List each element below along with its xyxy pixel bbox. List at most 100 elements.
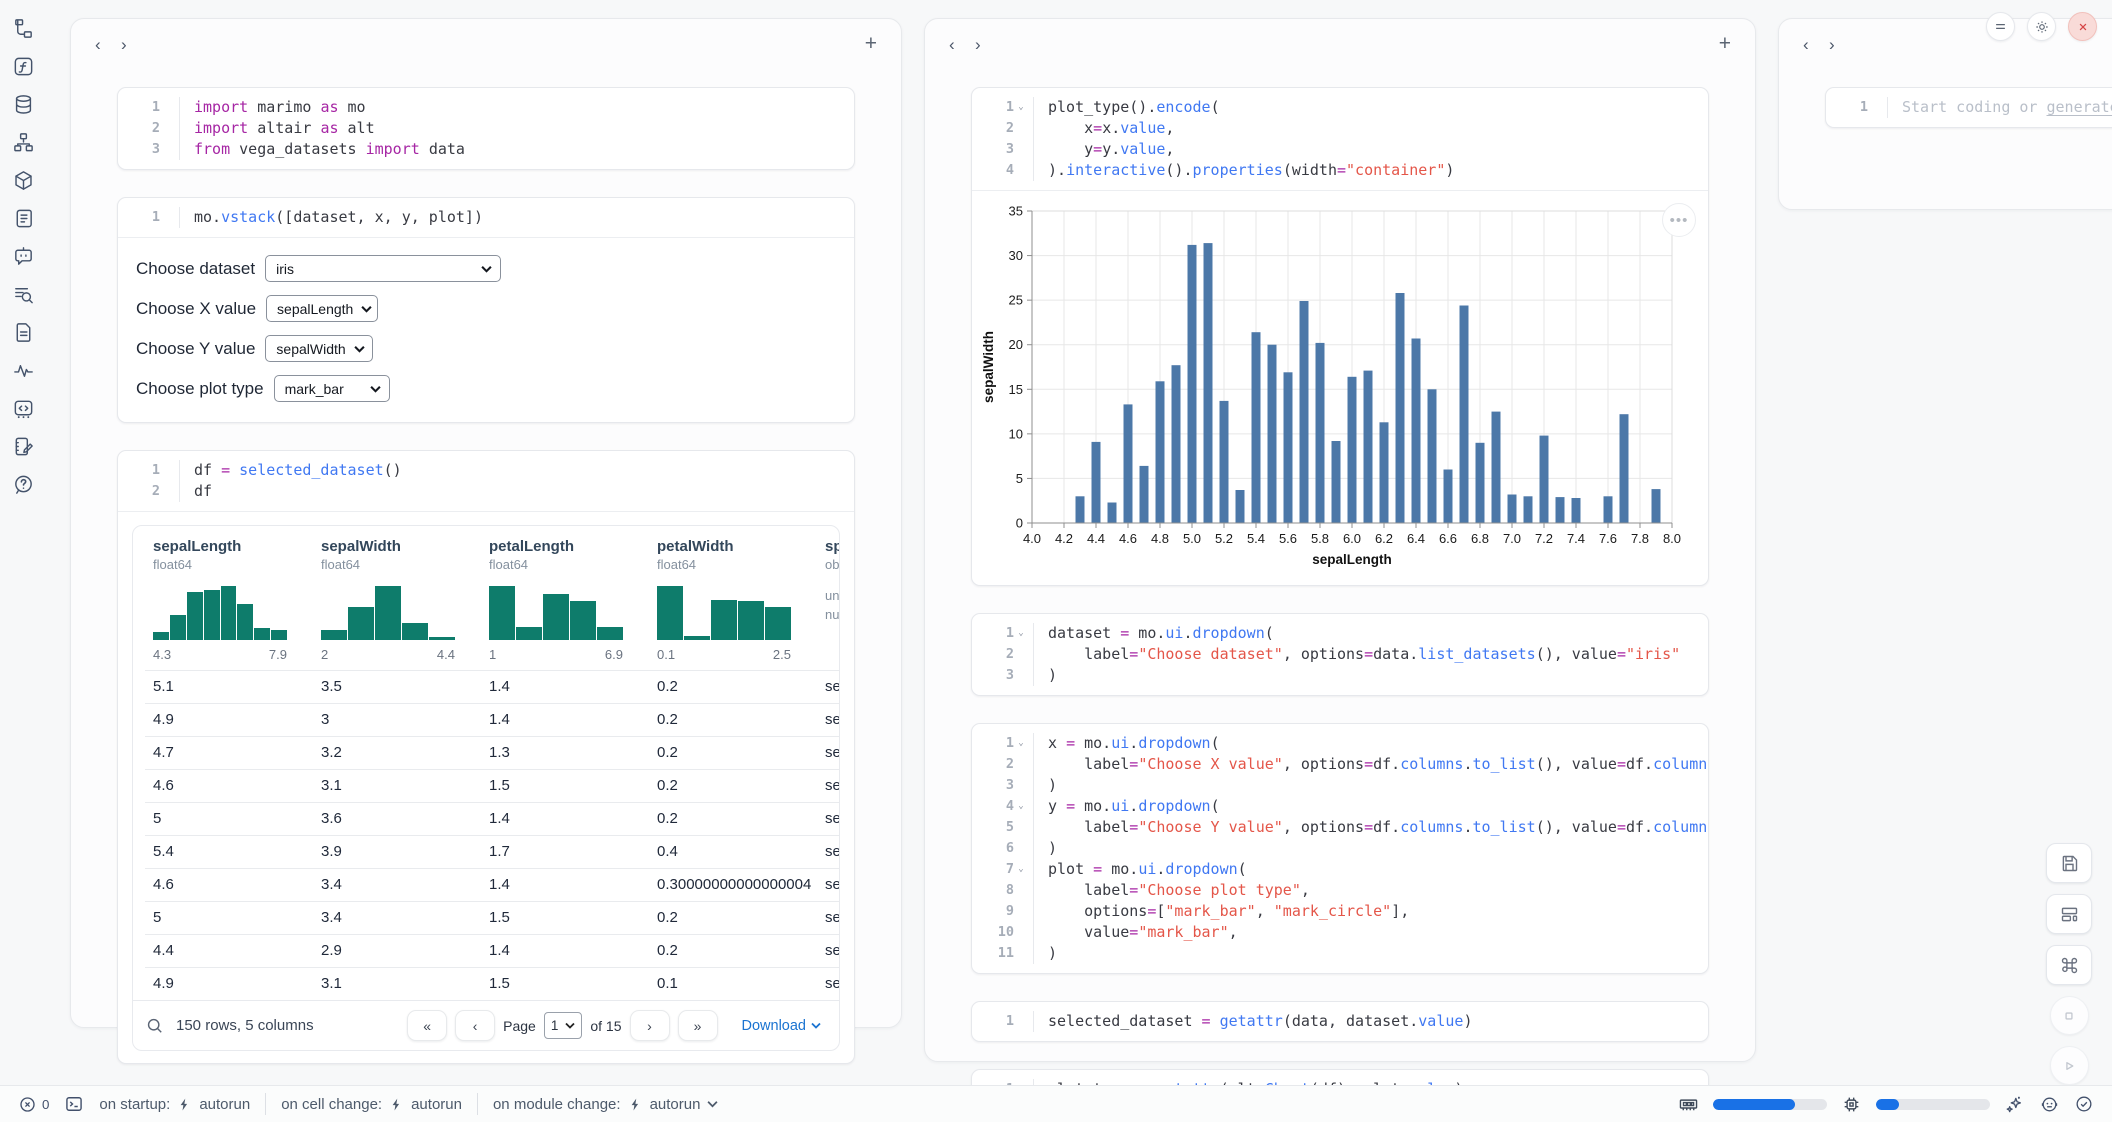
marimo-app: ‹ › + 1import marimo as mo2import altair… — [0, 0, 2112, 1122]
layout-button[interactable] — [2046, 894, 2092, 934]
cell-empty[interactable]: 1 Start coding or generate with — [1825, 87, 2112, 128]
connection-status-button[interactable] — [2074, 1094, 2094, 1114]
on-module-change-setting[interactable]: on module change: autorun — [493, 1096, 718, 1113]
code-line: 1⌄plot_type().encode( — [976, 97, 1696, 118]
sidebar-item-chat[interactable] — [11, 244, 36, 269]
middle-panel-toolbar: ‹ › + — [925, 19, 1755, 61]
svg-text:5.0: 5.0 — [1183, 531, 1201, 546]
code-line: 1import marimo as mo — [122, 97, 842, 118]
sidebar-item-database[interactable] — [11, 92, 36, 117]
line-number: 3 — [976, 775, 1033, 796]
code-line: 3 y=y.value, — [976, 139, 1696, 160]
collapse-left-icon[interactable]: ‹ — [949, 36, 975, 53]
terminal-button[interactable] — [64, 1094, 84, 1114]
svg-text:4.8: 4.8 — [1151, 531, 1169, 546]
fold-icon[interactable]: ⌄ — [1016, 859, 1026, 880]
collapse-left-icon[interactable]: ‹ — [1803, 36, 1829, 53]
svg-text:5: 5 — [1016, 471, 1023, 486]
column-header[interactable]: speciesobjectunique:nulls: — [817, 536, 840, 670]
page-select[interactable]: 1 — [544, 1012, 583, 1039]
table-cell: 1.5 — [481, 968, 649, 1000]
sidebar-item-file-tree[interactable] — [11, 16, 36, 41]
table-cell: 1.4 — [481, 803, 649, 835]
dataframe-table: sepalLengthfloat644.37.9sepalWidthfloat6… — [132, 525, 840, 1051]
stop-button[interactable] — [2050, 996, 2089, 1035]
table-cell: 0.2 — [649, 671, 817, 703]
chat-bot-button[interactable] — [2039, 1094, 2060, 1115]
column-header[interactable]: petalWidthfloat640.12.5 — [649, 536, 817, 670]
sidebar-item-help[interactable] — [11, 472, 36, 497]
sidebar-item-snippets[interactable] — [11, 396, 36, 421]
sidebar-item-document[interactable] — [11, 320, 36, 345]
sidebar-item-dependency-graph[interactable] — [11, 130, 36, 155]
run-button[interactable] — [2050, 1046, 2089, 1085]
sidebar-item-tracing[interactable] — [11, 358, 36, 383]
fold-icon[interactable]: ⌄ — [1016, 623, 1026, 644]
window-buttons — [1986, 12, 2097, 41]
on-startup-setting[interactable]: on startup: autorun — [99, 1096, 250, 1113]
choose-dataset-select[interactable]: iris — [265, 255, 501, 282]
chevron-down-icon — [811, 1022, 821, 1029]
table-cell: 0.2 — [649, 704, 817, 736]
collapse-left-icon[interactable]: ‹ — [95, 36, 121, 53]
editor-placeholder: Start coding or generate with — [1887, 97, 2112, 118]
on-cell-change-setting[interactable]: on cell change: autorun — [281, 1096, 462, 1113]
gear-icon — [2034, 19, 2050, 35]
table-cell: 3.4 — [313, 869, 481, 901]
table-cell: setosa — [817, 704, 840, 736]
table-row: 4.42.91.40.2setosa — [145, 934, 840, 967]
generate-link[interactable]: generate — [2047, 98, 2112, 116]
column-header[interactable]: sepalLengthfloat644.37.9 — [145, 536, 313, 670]
table-cell: 0.1 — [649, 968, 817, 1000]
svg-text:5.8: 5.8 — [1311, 531, 1329, 546]
snippets-icon — [12, 397, 35, 420]
function-icon — [12, 55, 35, 78]
fold-icon[interactable]: ⌄ — [1016, 97, 1026, 118]
prev-page-button[interactable]: ‹ — [455, 1010, 495, 1041]
column-histogram — [657, 586, 791, 640]
chart-menu-button[interactable]: ••• — [1662, 203, 1696, 237]
chevron-down-icon — [354, 345, 365, 353]
sidebar-item-logs[interactable] — [11, 206, 36, 231]
ai-assist-button[interactable] — [2004, 1094, 2025, 1115]
expand-right-icon[interactable]: › — [975, 36, 1001, 53]
table-cell: 3.2 — [313, 737, 481, 769]
sepal-bar-chart[interactable]: 4.04.24.44.64.85.05.25.45.65.86.06.26.46… — [978, 199, 1700, 571]
shutdown-button[interactable] — [2068, 12, 2097, 41]
add-cell-button[interactable]: + — [1719, 32, 1731, 56]
save-button[interactable] — [2046, 843, 2092, 883]
table-cell: 3.6 — [313, 803, 481, 835]
status-bar: 0 on startup: autorun on cell change: au… — [0, 1085, 2112, 1122]
choose-x-value-select[interactable]: sepalLength — [266, 295, 378, 322]
choose-y-value-select[interactable]: sepalWidth — [265, 335, 373, 362]
control-row: Choose Y valuesepalWidth — [136, 335, 836, 362]
first-page-button[interactable]: « — [407, 1010, 447, 1041]
sidebar-item-list-search[interactable] — [11, 282, 36, 307]
expand-right-icon[interactable]: › — [1829, 36, 1855, 53]
expand-right-icon[interactable]: › — [121, 36, 147, 53]
fold-icon[interactable]: ⌄ — [1016, 733, 1026, 754]
table-cell: 3.5 — [313, 671, 481, 703]
keyboard-shortcuts-button[interactable] — [2046, 945, 2092, 985]
line-number: 10 — [976, 922, 1033, 943]
cell-dataset-dropdown: 1⌄dataset = mo.ui.dropdown(2 label="Choo… — [971, 613, 1709, 696]
errors-button[interactable]: 0 — [18, 1095, 49, 1114]
fold-icon[interactable]: ⌄ — [1016, 796, 1026, 817]
line-number: 5 — [976, 817, 1033, 838]
svg-text:4.2: 4.2 — [1055, 531, 1073, 546]
search-icon[interactable] — [145, 1016, 164, 1035]
choose-plot-type-select[interactable]: mark_bar — [274, 375, 390, 402]
sidebar-item-scratchpad[interactable] — [11, 434, 36, 459]
last-page-button[interactable]: » — [678, 1010, 718, 1041]
sidebar-item-package[interactable] — [11, 168, 36, 193]
sidebar-item-function[interactable] — [11, 54, 36, 79]
settings-button[interactable] — [2027, 12, 2056, 41]
column-header[interactable]: sepalWidthfloat6424.4 — [313, 536, 481, 670]
menu-button[interactable] — [1986, 12, 2015, 41]
column-header[interactable]: petalLengthfloat6416.9 — [481, 536, 649, 670]
control-label: Choose X value — [136, 299, 256, 319]
download-button[interactable]: Download — [736, 1017, 828, 1035]
next-page-button[interactable]: › — [630, 1010, 670, 1041]
add-cell-button[interactable]: + — [865, 32, 877, 56]
menu-icon — [1993, 19, 2008, 34]
